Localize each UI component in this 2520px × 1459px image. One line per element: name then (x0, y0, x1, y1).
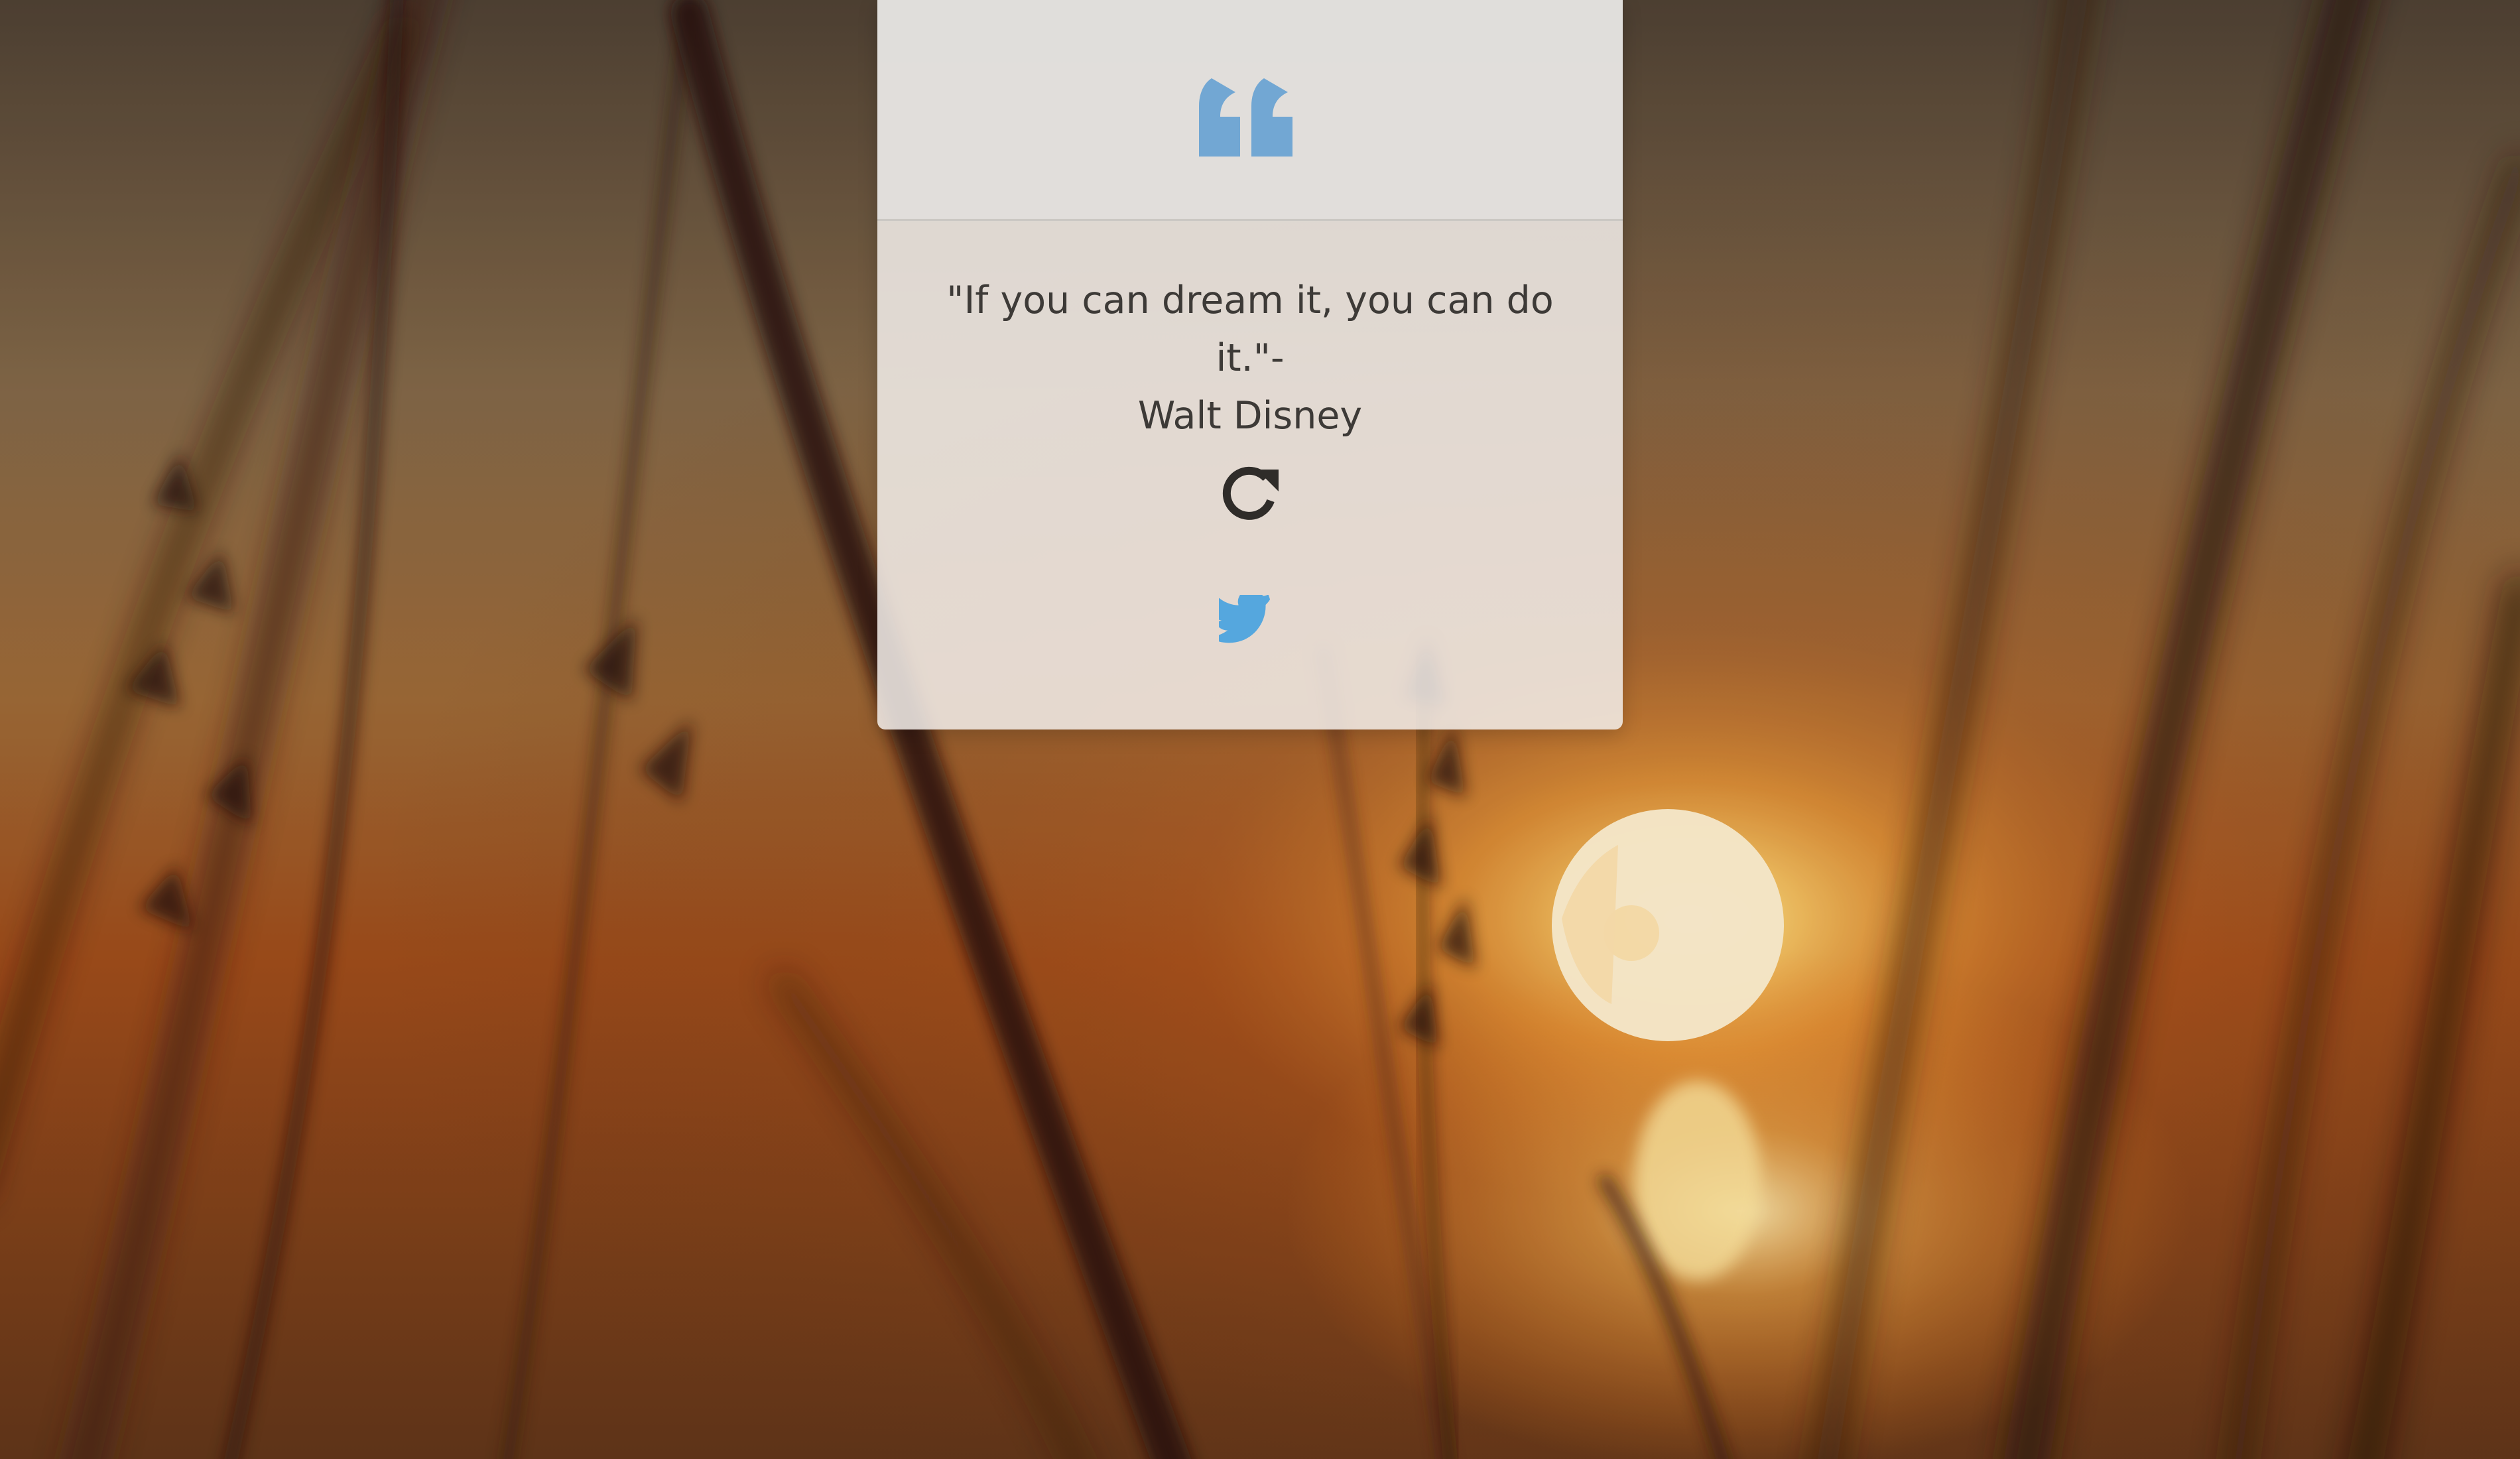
refresh-icon (1222, 466, 1279, 520)
quote-card: "If you can dream it, you can do it."- W… (877, 0, 1623, 730)
new-quote-button[interactable] (1209, 451, 1291, 533)
quote-card-header (877, 0, 1623, 221)
quote-text-line: "If you can dream it, you can do it."- (946, 279, 1554, 380)
twitter-icon (1219, 595, 1271, 643)
quote-icon (1199, 78, 1292, 157)
quote-text: "If you can dream it, you can do it."- W… (917, 272, 1583, 445)
quote-author: Walt Disney (1137, 394, 1363, 438)
tweet-button[interactable] (1212, 584, 1288, 659)
